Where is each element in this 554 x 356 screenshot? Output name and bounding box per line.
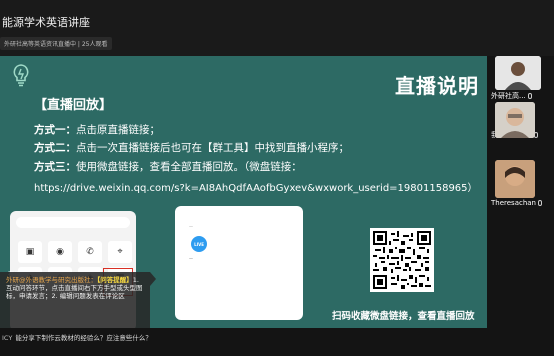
participant-name: Theresachan [491, 199, 554, 207]
slide-title: 直播说明 [395, 74, 479, 98]
avatar [495, 56, 541, 90]
avatar [495, 102, 535, 138]
lightbulb-icon [13, 64, 29, 87]
phone-search-bar [16, 217, 130, 228]
participant-list: 外研社高... 我 Theresachan [491, 56, 554, 356]
tooltip-arrow [150, 272, 156, 286]
mic-icon [538, 200, 542, 206]
chat-comment: ICY 能分享下制作云教材的经验么？应注意些什么？ [2, 332, 152, 342]
participant-name: 外研社高... [491, 91, 554, 101]
tooltip-sender: 外研@外语教学与研究出版社： [6, 276, 97, 284]
avatar [495, 160, 535, 198]
participant-tile[interactable]: Theresachan [491, 160, 554, 207]
mic-icon [527, 93, 532, 99]
location-icon: ⌖ [108, 241, 132, 263]
slide-heading: 【直播回放】 [34, 98, 113, 113]
camera-icon: ◉ [48, 241, 72, 263]
method-two: 方式二：点击一次直播链接后也可在【群工具】中找到直播小程序； [34, 142, 349, 154]
method-one: 方式一：点击原直播链接； [34, 124, 160, 136]
phone-icon: ✆ [78, 241, 102, 263]
comment-text: 能分享下制作云教材的经验么？应注意些什么？ [15, 334, 152, 342]
stream-title: 能源学术英语讲座 [2, 16, 90, 29]
dialog-title: — [189, 224, 193, 229]
live-icon: LIVE [191, 236, 207, 252]
weipan-url: https://drive.weixin.qq.com/s?k=AI8AhQdf… [34, 183, 478, 194]
stream-meta: 外研社高等英语资讯直播中 | 25人观看 [0, 36, 112, 50]
dialog-subtitle: — [189, 256, 193, 261]
qr-code-icon [370, 228, 434, 292]
top-bar: 能源学术英语讲座 外研社高等英语资讯直播中 | 25人观看 [0, 0, 554, 56]
qa-reminder-tooltip: 外研@外语教学与研究出版社：【问答提醒】1. 互动问答环节，点击直播间右下方手型… [0, 272, 156, 328]
participant-tile[interactable]: 我 [491, 102, 554, 140]
tooltip-tag: 【问答提醒】 [97, 276, 133, 284]
comment-author: ICY [2, 334, 13, 342]
live-dialog-screenshot: — LIVE — [175, 206, 303, 320]
participant-tile[interactable]: 外研社高... [491, 56, 554, 101]
channel-label[interactable]: 外研社高等英语资讯直播中 | 25人观看 [0, 36, 112, 50]
method-three: 方式三：使用微盘链接，查看全部直播回放。（微盘链接： [34, 161, 302, 173]
image-icon: ▣ [18, 241, 42, 263]
qr-caption: 扫码收藏微盘链接，查看直播回放 [332, 311, 475, 322]
